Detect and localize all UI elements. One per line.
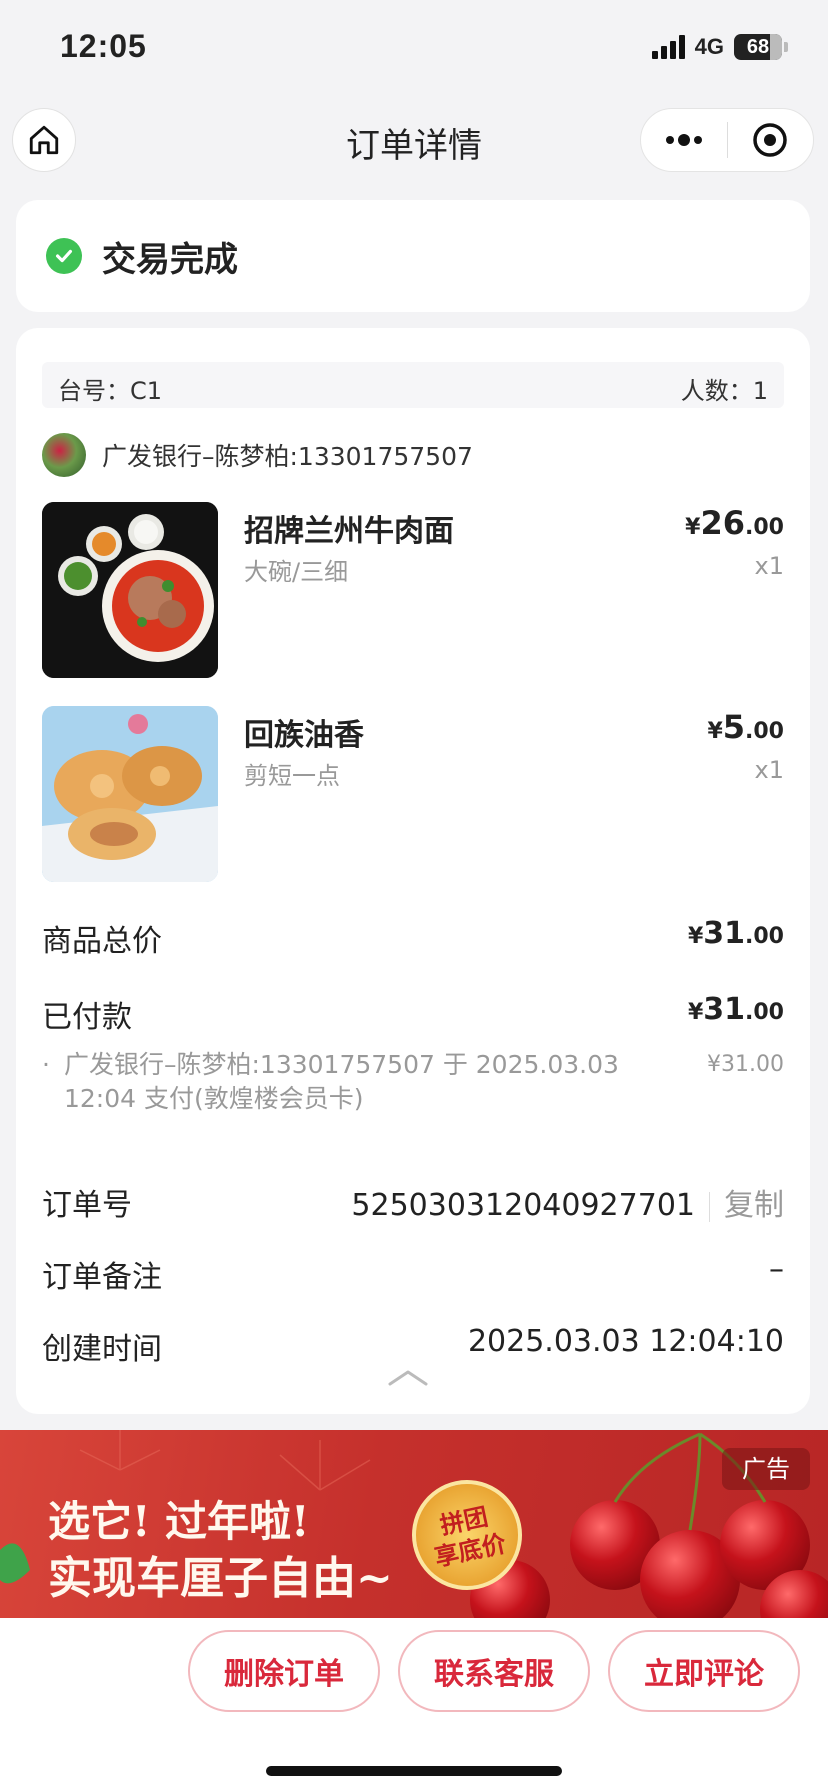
avatar [42, 433, 86, 477]
delete-order-button[interactable]: 删除订单 [188, 1630, 380, 1712]
status-icons: 4G 68 [651, 34, 788, 60]
check-circle-icon [46, 238, 82, 274]
order-number-row: 订单号 525030312040927701 复制 [42, 1180, 784, 1223]
home-indicator [266, 1766, 562, 1776]
ad-banner[interactable]: 选它! 过年啦! 实现车厘子自由~ 拼团 享底价 广告 [0, 1430, 828, 1620]
signal-icon [651, 35, 685, 59]
people-count: 人数：1 [680, 377, 768, 405]
target-close-icon [753, 123, 787, 157]
payment-detail-text: 广发银行–陈梦柏:13301757507 于 2025.03.03 12:04 … [64, 1050, 619, 1113]
status-bar: 12:05 4G 68 [0, 0, 828, 100]
item-spec: 剪短一点 [244, 762, 340, 790]
more-button[interactable] [641, 108, 727, 172]
contact-service-button[interactable]: 联系客服 [398, 1630, 590, 1712]
item-image-fried-bread [42, 706, 218, 882]
ad-tag: 广告 [722, 1448, 810, 1490]
ad-headline: 选它! 过年啦! [48, 1497, 310, 1546]
created-time-value: 2025.03.03 12:04:10 [467, 1324, 784, 1359]
network-label: 4G [694, 34, 724, 59]
copy-button[interactable]: 复制 [724, 1188, 784, 1223]
order-status-text: 交易完成 [102, 240, 238, 280]
order-number-value-group: 525030312040927701 复制 [351, 1180, 784, 1224]
battery-icon: 68 [734, 34, 782, 60]
order-item[interactable]: 招牌兰州牛肉面 大碗/三细 ¥26.00 x1 [42, 502, 784, 678]
battery-level: 68 [746, 35, 770, 58]
paid-label: 已付款 [42, 1000, 132, 1035]
item-image-beef-noodle [42, 502, 218, 678]
table-number: 台号：C1 [58, 377, 163, 405]
ad-subheadline: 实现车厘子自由~ [48, 1553, 393, 1604]
item-quantity: x1 [754, 756, 784, 784]
created-time-label: 创建时间 [42, 1332, 162, 1367]
item-spec: 大碗/三细 [244, 558, 349, 586]
item-name: 回族油香 [244, 718, 364, 753]
status-time: 12:05 [60, 28, 147, 64]
customer-row: 广发银行–陈梦柏:13301757507 [42, 432, 473, 478]
created-time-row: 创建时间 2025.03.03 12:04:10 [42, 1324, 784, 1367]
order-status-card: 交易完成 [16, 200, 810, 312]
table-info-row: 台号：C1 人数：1 [42, 362, 784, 408]
item-quantity: x1 [754, 552, 784, 580]
more-dots-icon [665, 134, 702, 146]
mini-program-capsule [640, 108, 814, 172]
paid-value: ¥31.00 [687, 992, 784, 1027]
paid-row: 已付款 ¥31.00 [42, 992, 784, 1035]
collapse-button[interactable] [388, 1368, 428, 1388]
payment-detail-bullet: · [42, 1050, 50, 1079]
remark-value: – [769, 1252, 784, 1287]
customer-name: 广发银行–陈梦柏:13301757507 [102, 442, 473, 471]
item-name: 招牌兰州牛肉面 [244, 514, 454, 549]
order-number: 525030312040927701 [351, 1188, 695, 1223]
bottom-action-bar: 删除订单 联系客服 立即评论 [0, 1618, 828, 1792]
total-price-value: ¥31.00 [687, 916, 784, 951]
order-detail-card: 台号：C1 人数：1 广发银行–陈梦柏:13301757507 招牌兰州牛肉面 … [16, 328, 810, 1414]
close-button[interactable] [728, 108, 814, 172]
total-price-label: 商品总价 [42, 924, 162, 959]
order-number-label: 订单号 [42, 1188, 132, 1223]
payment-detail-amount: ¥31.00 [707, 1052, 784, 1077]
remark-label: 订单备注 [42, 1260, 162, 1295]
remark-row: 订单备注 – [42, 1252, 784, 1295]
order-item[interactable]: 回族油香 剪短一点 ¥5.00 x1 [42, 706, 784, 882]
payment-detail: · 广发银行–陈梦柏:13301757507 于 2025.03.03 12:0… [42, 1048, 784, 1116]
total-price-row: 商品总价 ¥31.00 [42, 916, 784, 959]
item-price: ¥5.00 [707, 708, 784, 746]
nav-bar: 订单详情 [0, 100, 828, 180]
chevron-up-icon [388, 1370, 428, 1386]
item-price: ¥26.00 [685, 504, 784, 542]
battery-tip [784, 42, 788, 52]
review-button[interactable]: 立即评论 [608, 1630, 800, 1712]
